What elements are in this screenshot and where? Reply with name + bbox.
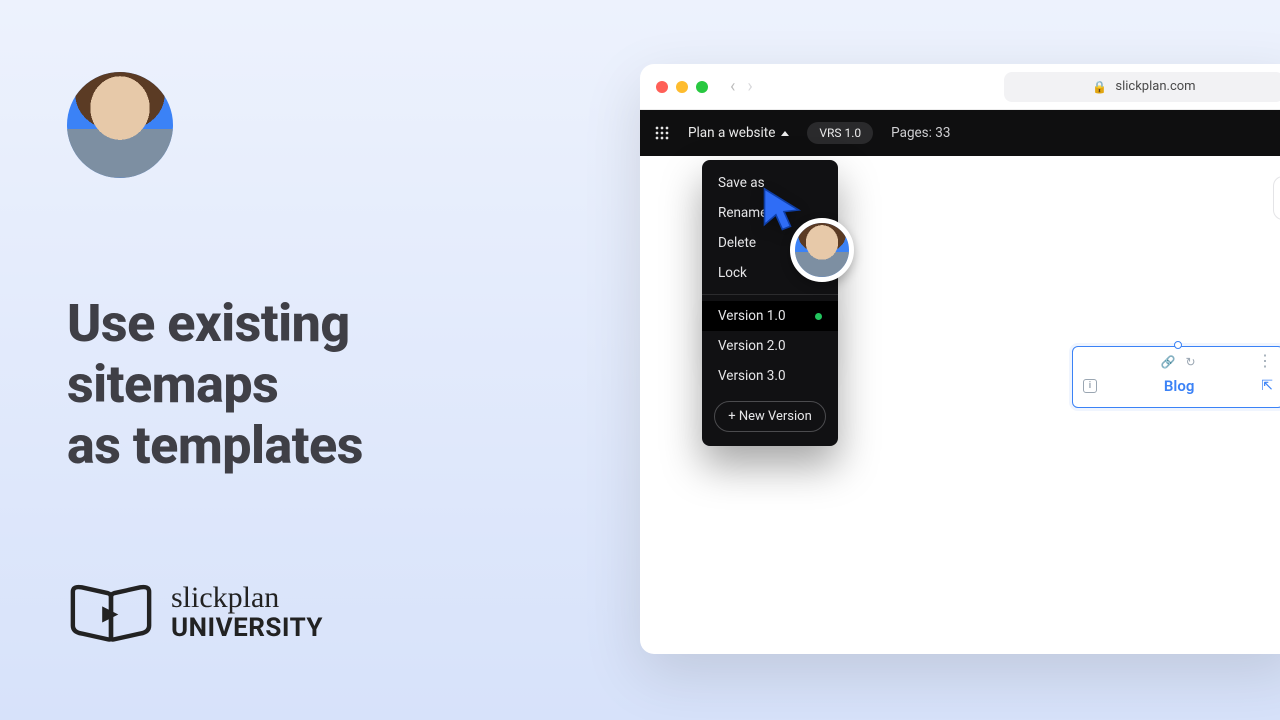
project-dropdown: Save as Rename Delete Lock Version 1.0 V… (702, 160, 838, 446)
node-toolbar: 🔗 ↻ ⋮ (1083, 355, 1273, 369)
active-dot-icon (815, 313, 822, 320)
minimize-window-icon[interactable] (676, 81, 688, 93)
external-link-icon[interactable]: ⇱ (1261, 378, 1273, 394)
lesson-title-line: sitemaps (67, 355, 363, 416)
version-item-2[interactable]: Version 2.0 (702, 331, 838, 361)
brand-text: slickplan UNIVERSITY (171, 583, 323, 643)
sitemap-node[interactable]: 🔗 ↻ ⋮ Blog ⇱ (1072, 346, 1280, 408)
version-item-3[interactable]: Version 3.0 (702, 361, 838, 391)
browser-window: ‹ › 🔒 slickplan.com Plan a website VRS 1… (640, 64, 1280, 654)
info-icon[interactable] (1083, 379, 1097, 393)
version-label: Version 2.0 (718, 338, 786, 354)
menu-separator (702, 294, 838, 295)
refresh-icon[interactable]: ↻ (1185, 355, 1195, 369)
menu-item-lock[interactable]: Lock (702, 258, 838, 288)
forward-icon[interactable]: › (747, 76, 752, 97)
brand-logo: slickplan UNIVERSITY (67, 580, 323, 646)
traffic-lights (656, 81, 708, 93)
lesson-title-line: as templates (67, 416, 363, 477)
comments-panel-toggle[interactable]: ○ (1273, 176, 1280, 220)
url-text: slickplan.com (1115, 79, 1195, 94)
node-connector-icon (1174, 341, 1182, 349)
maximize-window-icon[interactable] (696, 81, 708, 93)
menu-item-save-as[interactable]: Save as (702, 168, 838, 198)
apps-grid-icon[interactable] (654, 125, 670, 141)
project-menu[interactable]: Plan a website (688, 125, 789, 141)
new-version-button[interactable]: + New Version (714, 401, 826, 432)
menu-item-delete[interactable]: Delete (702, 228, 838, 258)
presenter-avatar (67, 72, 173, 178)
app-bar: Plan a website VRS 1.0 Pages: 33 (640, 110, 1280, 156)
lesson-title: Use existing sitemaps as templates (67, 294, 363, 476)
lock-icon: 🔒 (1092, 80, 1107, 94)
version-item-1[interactable]: Version 1.0 (702, 301, 838, 331)
project-name: Plan a website (688, 125, 775, 141)
version-pill[interactable]: VRS 1.0 (807, 122, 873, 144)
brand-script: slickplan (171, 583, 323, 613)
book-play-icon (67, 580, 155, 646)
pages-count: Pages: 33 (891, 125, 950, 141)
more-vert-icon[interactable]: ⋮ (1257, 353, 1273, 369)
lesson-title-line: Use existing (67, 294, 363, 355)
avatar-face (67, 72, 173, 178)
chevron-up-icon (781, 131, 789, 136)
address-bar[interactable]: 🔒 slickplan.com (1004, 72, 1280, 102)
menu-item-rename[interactable]: Rename (702, 198, 838, 228)
node-label: Blog (1164, 377, 1194, 395)
link-icon[interactable]: 🔗 (1160, 355, 1175, 369)
version-label: Version 3.0 (718, 368, 786, 384)
close-window-icon[interactable] (656, 81, 668, 93)
back-icon[interactable]: ‹ (730, 76, 735, 97)
brand-caps: UNIVERSITY (171, 613, 323, 643)
version-pill-label: VRS 1.0 (819, 126, 861, 140)
version-label: Version 1.0 (718, 308, 786, 324)
nav-arrows: ‹ › (730, 76, 753, 97)
browser-chrome: ‹ › 🔒 slickplan.com (640, 64, 1280, 110)
